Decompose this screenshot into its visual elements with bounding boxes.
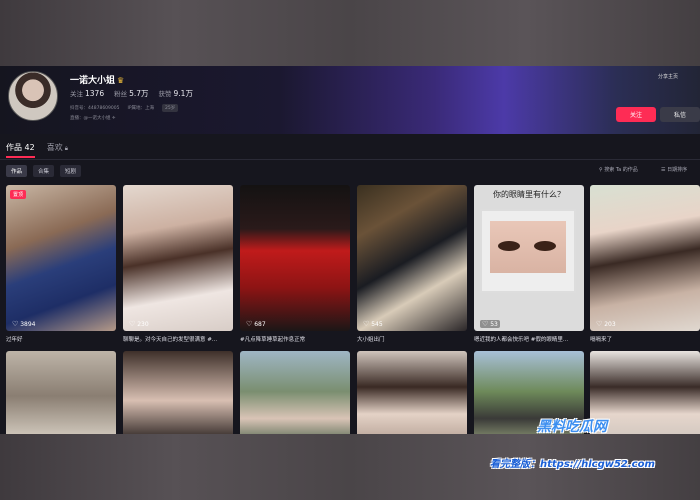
filter-shortdrama[interactable]: 短剧	[60, 165, 82, 177]
profile-page: 一诺大小姐 ♛ 关注 1376 粉丝 5.7万 获赞 9.1万 抖音号：44878609…	[0, 66, 700, 434]
heart-icon: ♡	[12, 320, 19, 328]
message-button[interactable]: 私信	[660, 107, 700, 122]
profile-name: 一诺大小姐 ♛	[70, 73, 124, 86]
tab-likes[interactable]: 喜欢 🔒︎	[47, 142, 68, 158]
heart-icon: ♡	[129, 320, 136, 328]
video-card[interactable]	[240, 351, 350, 434]
avatar[interactable]	[8, 71, 58, 121]
stat-followers-value: 5.7万	[129, 89, 149, 98]
follow-button[interactable]: 关注	[616, 107, 656, 122]
profile-name-text: 一诺大小姐	[70, 76, 116, 86]
video-likes: ♡ 545	[363, 320, 383, 328]
douyin-id: 抖音号：44878609005	[70, 106, 120, 111]
heart-icon: ♡	[246, 320, 253, 328]
sort-by-date-button[interactable]: ☰ 日期排序	[661, 166, 687, 173]
watermark-site: 黑料吃瓜网	[537, 419, 607, 435]
stat-following[interactable]: 关注 1376	[70, 88, 104, 99]
video-likes-count: 203	[604, 321, 616, 328]
lock-icon: 🔒︎	[64, 145, 68, 152]
video-caption[interactable]: #凡点降草睡草起作息正常	[240, 335, 350, 343]
video-likes-count: 545	[371, 321, 383, 328]
video-caption[interactable]: 大小姐出门	[357, 335, 467, 343]
video-card[interactable]: 置顶 ♡ 3894	[6, 185, 116, 331]
profile-header: 一诺大小姐 ♛ 关注 1376 粉丝 5.7万 获赞 9.1万 抖音号：44878609…	[0, 66, 700, 134]
stat-followers[interactable]: 粉丝 5.7万	[114, 88, 148, 99]
video-card[interactable]	[357, 351, 467, 434]
filter-chips: 作品 合集 短剧	[6, 165, 82, 177]
heart-icon: ♡	[482, 320, 489, 328]
video-likes-count: 53	[490, 321, 498, 328]
stat-likes-value: 9.1万	[173, 89, 193, 98]
video-card[interactable]: ♡ 687	[240, 185, 350, 331]
eyes-photo	[480, 209, 576, 293]
video-card[interactable]: ♡ 203	[590, 185, 700, 331]
video-card[interactable]: ♡ 230	[123, 185, 233, 331]
video-caption[interactable]: 聊聊是。对今天自己的发型很满意 #...	[123, 335, 233, 343]
profile-stats: 关注 1376 粉丝 5.7万 获赞 9.1万	[70, 88, 193, 99]
crown-icon: ♛	[117, 76, 125, 85]
age-tag: 25岁	[162, 104, 179, 112]
stat-following-value: 1376	[85, 89, 105, 98]
video-caption[interactable]: 过年好	[6, 335, 116, 343]
video-banner-text: 你的眼睛里有什么？	[493, 190, 565, 199]
video-likes-count: 687	[254, 321, 266, 328]
video-likes: ♡ 687	[246, 320, 266, 328]
video-likes: ♡ 203	[596, 320, 616, 328]
tab-likes-label: 喜欢	[46, 143, 63, 152]
video-card[interactable]: ♡ 545	[357, 185, 467, 331]
heart-icon: ♡	[363, 320, 370, 328]
video-card[interactable]	[6, 351, 116, 434]
share-profile-link[interactable]: 分享主页	[658, 73, 678, 80]
video-likes: ♡ 3894	[12, 320, 35, 328]
stat-likes: 获赞 9.1万	[159, 88, 193, 99]
ip-location: IP属地：上海	[127, 106, 155, 111]
content-tabs: 作品 42 喜欢 🔒︎	[6, 142, 68, 158]
video-likes-count: 230	[137, 321, 149, 328]
heart-icon: ♡	[596, 320, 603, 328]
tabs-divider	[0, 159, 700, 160]
tab-works-label: 作品 42	[6, 143, 35, 152]
video-card[interactable]: 你的眼睛里有什么？ ♡ 53	[474, 185, 584, 331]
tab-works[interactable]: 作品 42	[6, 142, 35, 158]
video-likes: ♡ 230	[129, 320, 149, 328]
video-likes: ♡ 53	[480, 320, 500, 328]
search-works-input[interactable]: ⚲ 搜索 Ta 的作品	[599, 166, 638, 173]
video-caption[interactable]: 嗝嗝来了	[590, 335, 700, 343]
eyes-image	[490, 221, 566, 273]
filter-collections[interactable]: 合集	[33, 165, 55, 177]
stat-following-label: 关注	[70, 90, 83, 98]
monitor-top-bezel	[0, 0, 700, 66]
watermark-url: 看完整版：https://hlcgw52.com	[490, 459, 655, 470]
video-card[interactable]	[123, 351, 233, 434]
video-likes-count: 3894	[20, 321, 36, 328]
stat-followers-label: 粉丝	[114, 90, 128, 98]
stat-likes-label: 获赞	[158, 90, 172, 98]
video-grid: 置顶 ♡ 3894 过年好 ♡ 230 聊聊是。对今天自己的发型很满意 #...…	[0, 185, 700, 434]
pinned-badge: 置顶	[10, 190, 27, 199]
profile-meta: 抖音号：44878609005 IP属地：上海 25岁	[70, 104, 179, 112]
filter-works[interactable]: 作品	[6, 165, 28, 177]
live-info[interactable]: 直播：@一诺大小姐 ✈	[70, 115, 116, 121]
video-caption[interactable]: 嗯近我的人都会快乐吧 #假的眼睛里...	[474, 335, 584, 343]
